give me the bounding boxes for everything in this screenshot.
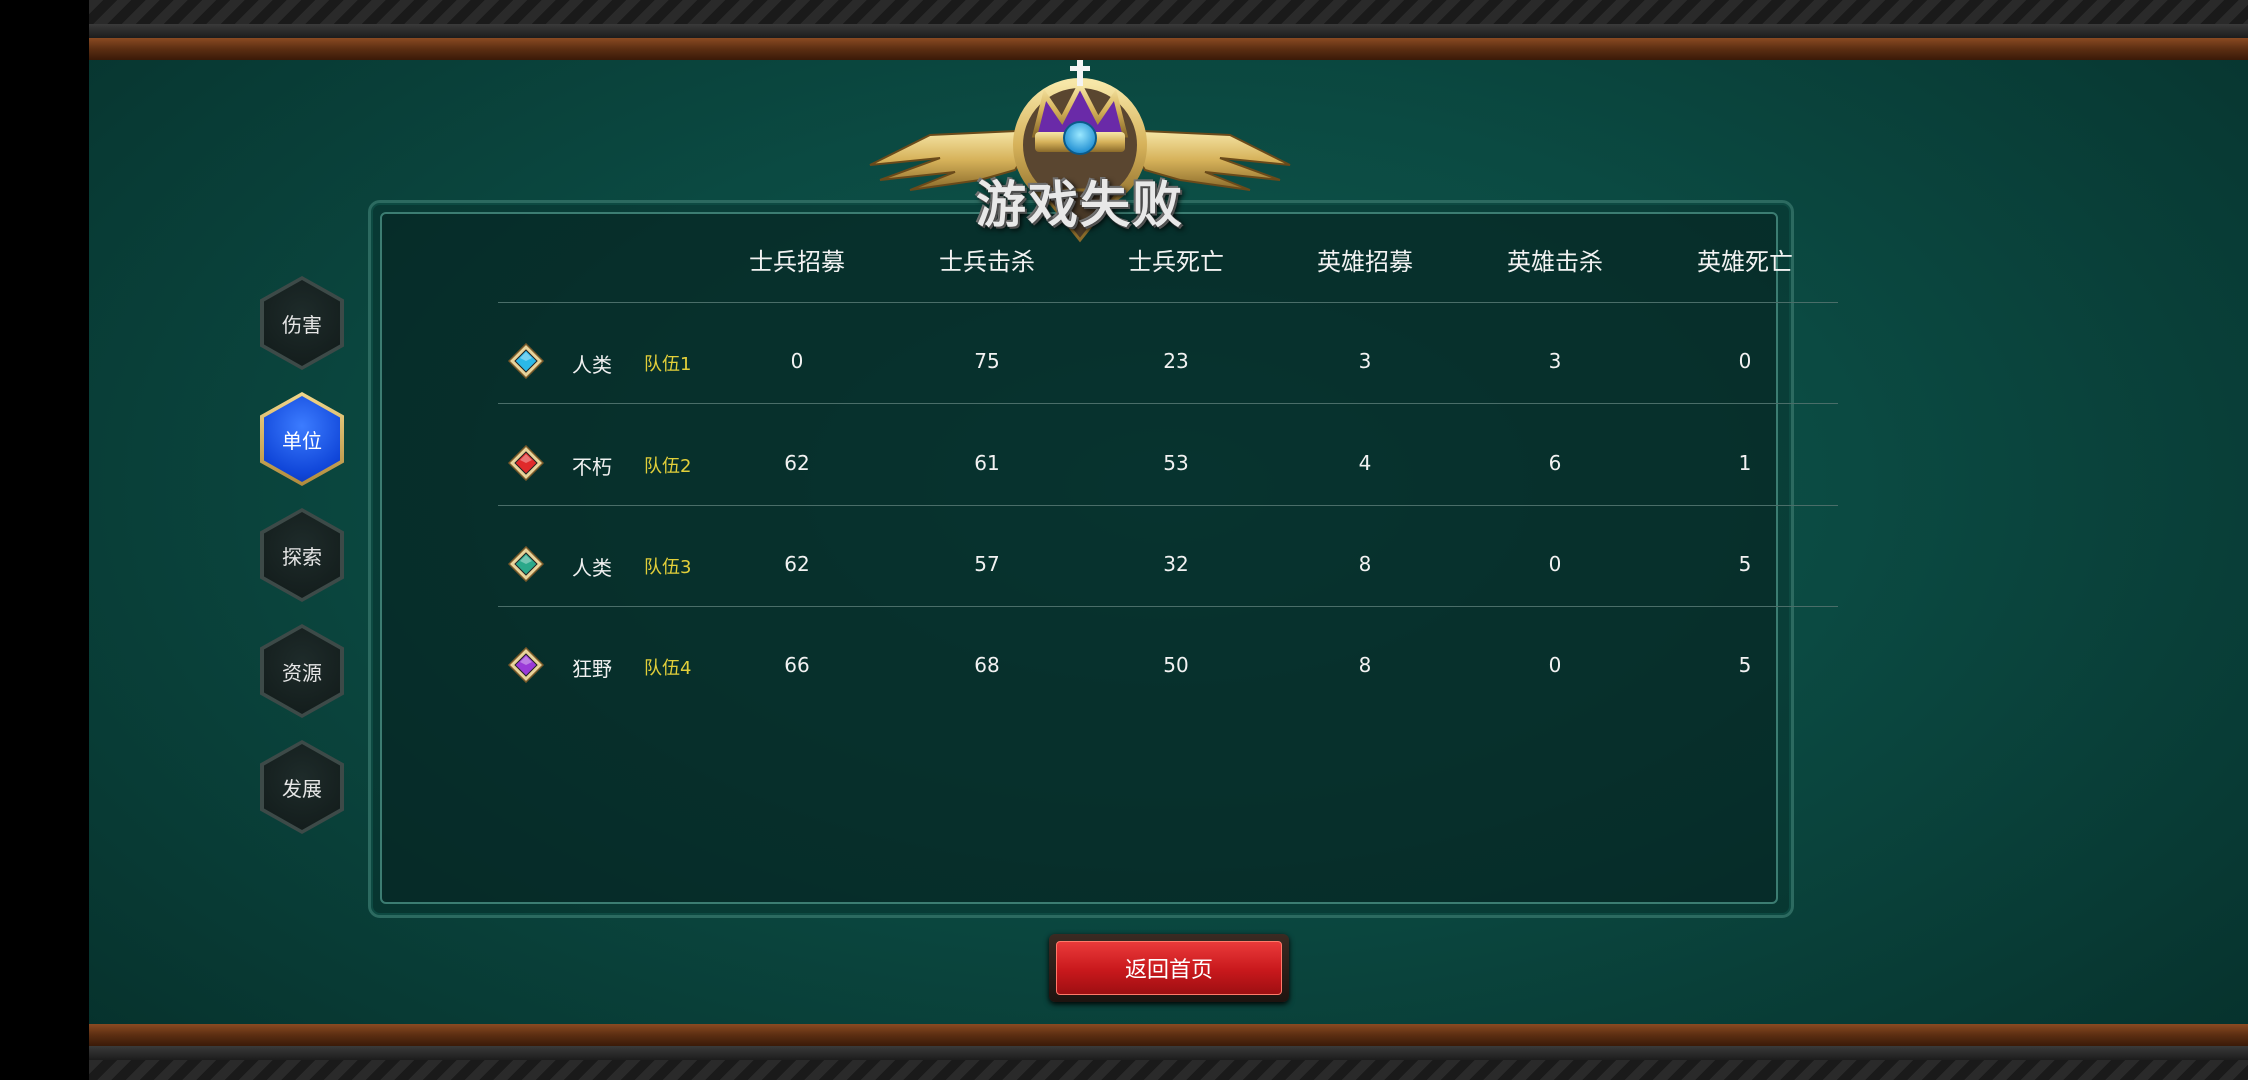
tab-units-label: 单位 <box>264 396 340 482</box>
tab-damage-label: 伤害 <box>264 280 340 366</box>
column-header: 士兵死亡 <box>1128 248 1224 276</box>
stat-cell: 4 <box>1358 451 1372 475</box>
tab-development-label: 发展 <box>264 744 340 830</box>
stat-cell: 5 <box>1738 653 1752 677</box>
stat-cell: 0 <box>1738 349 1752 373</box>
stat-cell: 5 <box>1738 552 1752 576</box>
race-label: 人类 <box>572 556 612 580</box>
stat-cell: 66 <box>784 653 810 677</box>
stat-cell: 3 <box>1358 349 1372 373</box>
team-label: 队伍4 <box>644 658 692 679</box>
stat-cell: 75 <box>974 349 1000 373</box>
stat-cell: 0 <box>1548 552 1562 576</box>
team-gem-icon <box>507 545 545 583</box>
row-divider <box>498 302 1838 303</box>
stat-cell: 50 <box>1163 653 1189 677</box>
row-divider <box>498 403 1838 404</box>
stat-cell: 62 <box>784 552 810 576</box>
stat-cell: 1 <box>1738 451 1752 475</box>
column-header: 英雄死亡 <box>1697 248 1793 276</box>
stat-cell: 57 <box>974 552 1000 576</box>
stat-cell: 23 <box>1163 349 1189 373</box>
stat-cell: 61 <box>974 451 1000 475</box>
race-label: 人类 <box>572 353 612 377</box>
team-label: 队伍2 <box>644 456 692 477</box>
bottom-border-pattern <box>89 1060 2248 1080</box>
tab-resources-label: 资源 <box>264 628 340 714</box>
team-label: 队伍3 <box>644 557 692 578</box>
column-header: 英雄招募 <box>1317 248 1413 276</box>
game-over-title: 游戏失败 <box>976 176 1184 234</box>
column-header: 士兵击杀 <box>939 248 1035 276</box>
race-label: 不朽 <box>572 455 612 479</box>
team-gem-icon <box>507 342 545 380</box>
bottom-wood-border <box>89 1024 2248 1046</box>
stat-cell: 68 <box>974 653 1000 677</box>
bottom-border-rail <box>89 1046 2248 1060</box>
team-gem-icon <box>507 444 545 482</box>
top-border-rail <box>89 24 2248 38</box>
stat-cell: 62 <box>784 451 810 475</box>
race-label: 狂野 <box>572 657 612 681</box>
column-header: 英雄击杀 <box>1507 248 1603 276</box>
stat-cell: 32 <box>1163 552 1189 576</box>
stat-cell: 53 <box>1163 451 1189 475</box>
stat-cell: 3 <box>1548 349 1562 373</box>
row-divider <box>498 505 1838 506</box>
row-divider <box>498 606 1838 607</box>
team-gem-icon <box>507 646 545 684</box>
column-header: 士兵招募 <box>749 248 845 276</box>
top-border-pattern <box>89 0 2248 24</box>
stat-cell: 8 <box>1358 552 1372 576</box>
stat-cell: 0 <box>790 349 804 373</box>
return-home-button[interactable]: 返回首页 <box>1049 934 1289 1002</box>
stat-cell: 0 <box>1548 653 1562 677</box>
team-label: 队伍1 <box>644 354 692 375</box>
stat-cell: 8 <box>1358 653 1372 677</box>
tab-explore-label: 探索 <box>264 512 340 598</box>
return-home-label: 返回首页 <box>1056 941 1282 995</box>
stat-cell: 6 <box>1548 451 1562 475</box>
